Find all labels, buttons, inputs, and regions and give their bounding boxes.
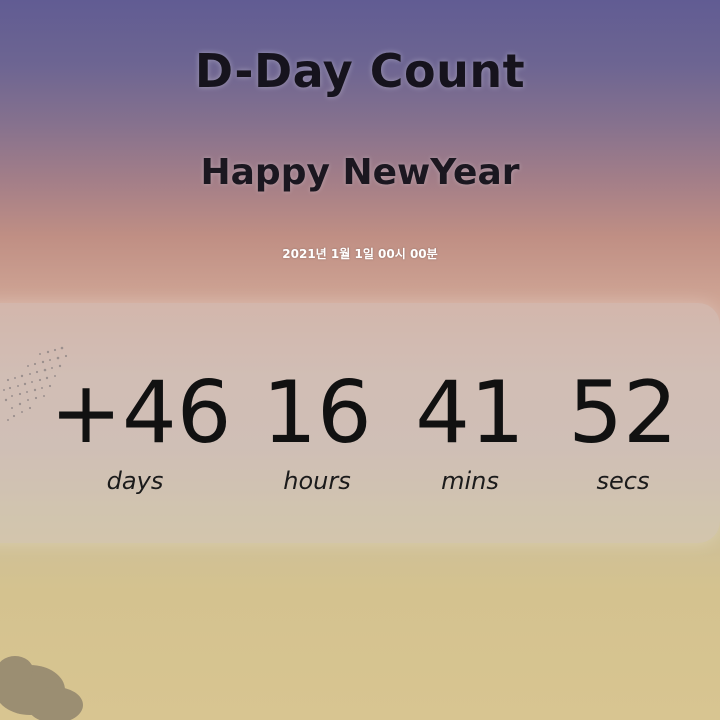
days-value: +46 (50, 363, 232, 463)
countdown-page: D-Day Count Happy NewYear 2021년 1월 1일 00… (0, 0, 720, 720)
mins-value: 41 (415, 363, 525, 463)
mins-label: mins (441, 467, 499, 495)
countdown-hours: 16 hours (232, 365, 402, 495)
hours-value: 16 (262, 363, 372, 463)
countdown-days: +46 days (50, 363, 232, 495)
target-date: 2021년 1월 1일 00시 00분 (282, 247, 438, 261)
days-label: days (106, 467, 164, 495)
page-title: D-Day Count (194, 44, 526, 98)
event-name: Happy NewYear (200, 152, 520, 193)
secs-label: secs (596, 467, 650, 495)
countdown-mins: 41 mins (385, 365, 555, 495)
tree-silhouette-decoration (0, 656, 83, 720)
hours-label: hours (283, 467, 351, 495)
countdown-secs: 52 secs (538, 365, 708, 495)
secs-value: 52 (568, 363, 678, 463)
